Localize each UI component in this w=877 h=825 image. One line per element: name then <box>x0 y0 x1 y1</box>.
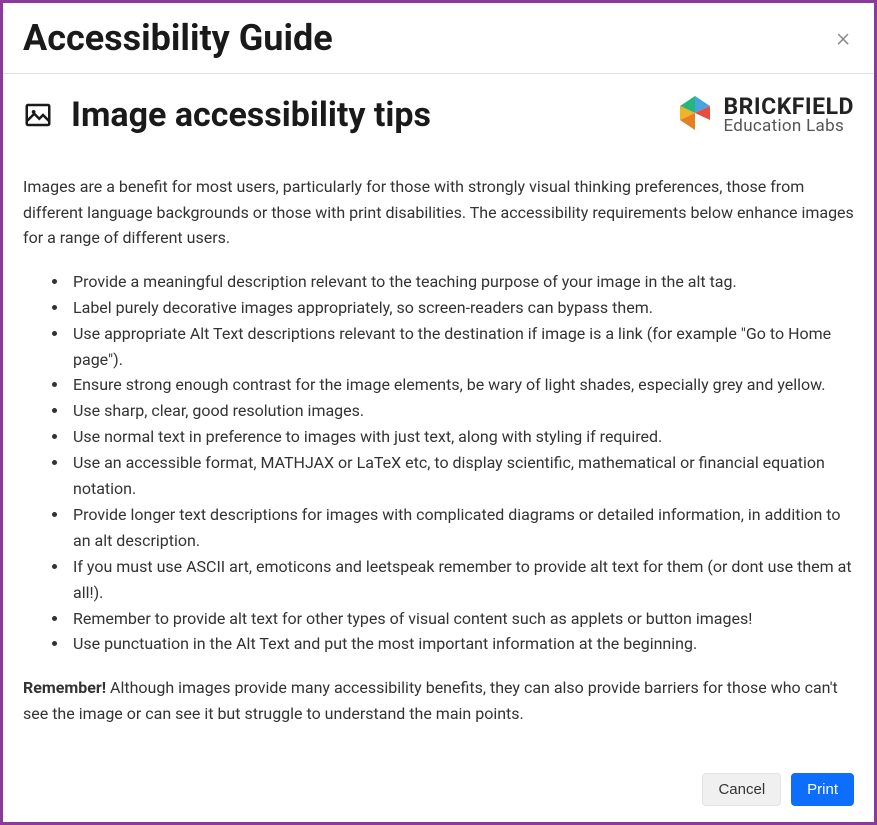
list-item: Use sharp, clear, good resolution images… <box>69 398 854 424</box>
modal-dialog: Accessibility Guide × Image accessibilit… <box>0 0 877 825</box>
close-icon[interactable]: × <box>832 25 854 51</box>
content-title-wrap: Image accessibility tips <box>23 95 431 135</box>
list-item: Use an accessible format, MATHJAX or LaT… <box>69 450 854 502</box>
brickfield-logo-icon <box>674 92 716 138</box>
list-item: Label purely decorative images appropria… <box>69 295 854 321</box>
remember-paragraph: Remember! Although images provide many a… <box>23 675 854 726</box>
list-item: If you must use ASCII art, emoticons and… <box>69 554 854 606</box>
image-icon <box>23 100 53 130</box>
print-button[interactable]: Print <box>791 773 854 806</box>
list-item: Use punctuation in the Alt Text and put … <box>69 631 854 657</box>
cancel-button[interactable]: Cancel <box>702 773 781 806</box>
content-header: Image accessibility tips BRICKFIELD Educ… <box>23 92 854 138</box>
list-item: Use normal text in preference to images … <box>69 424 854 450</box>
modal-title: Accessibility Guide <box>23 17 333 59</box>
brand-logo: BRICKFIELD Education Labs <box>674 92 855 138</box>
modal-body[interactable]: Image accessibility tips BRICKFIELD Educ… <box>3 74 874 759</box>
list-item: Provide a meaningful description relevan… <box>69 269 854 295</box>
tips-list: Provide a meaningful description relevan… <box>23 269 854 658</box>
brand-logo-text: BRICKFIELD Education Labs <box>724 95 855 135</box>
remember-label: Remember! <box>23 678 106 697</box>
brand-tagline: Education Labs <box>724 118 855 135</box>
brand-name: BRICKFIELD <box>724 95 855 118</box>
modal-header: Accessibility Guide × <box>3 3 874 74</box>
remember-body: Although images provide many accessibili… <box>23 678 838 723</box>
list-item: Use appropriate Alt Text descriptions re… <box>69 321 854 373</box>
list-item: Provide longer text descriptions for ima… <box>69 502 854 554</box>
intro-paragraph: Images are a benefit for most users, par… <box>23 174 854 251</box>
list-item: Ensure strong enough contrast for the im… <box>69 372 854 398</box>
modal-footer: Cancel Print <box>3 759 874 822</box>
content-title: Image accessibility tips <box>71 95 431 135</box>
list-item: Remember to provide alt text for other t… <box>69 606 854 632</box>
